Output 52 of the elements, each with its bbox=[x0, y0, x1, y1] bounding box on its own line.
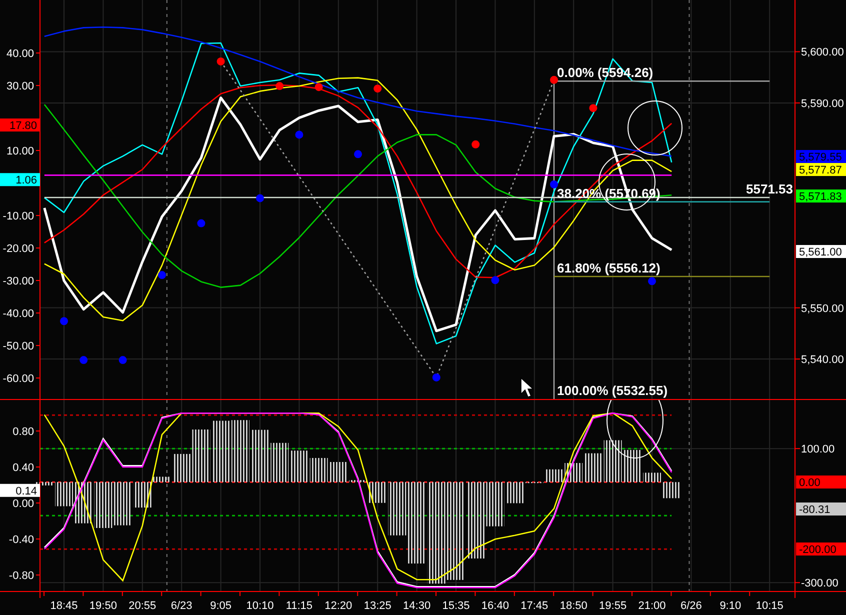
fib-label: 100.00% (5532.55) bbox=[557, 383, 668, 398]
axis-tag: -200.00 bbox=[796, 542, 846, 556]
axis-tag: -80.31 bbox=[796, 502, 846, 516]
time-label: 14:30 bbox=[403, 600, 431, 612]
axis-label: -10.00 bbox=[2, 210, 34, 222]
axis-label: 100.00 bbox=[801, 444, 835, 456]
axis-label: -20.00 bbox=[2, 243, 34, 255]
axis-label: -0.40 bbox=[8, 534, 34, 546]
time-label: 19:55 bbox=[599, 600, 627, 612]
axis-label: -60.00 bbox=[2, 373, 34, 385]
axis-tag: 1.06 bbox=[0, 173, 40, 187]
axis-label: -50.00 bbox=[2, 340, 34, 352]
axis-tag: 0.14 bbox=[0, 484, 40, 498]
axis-tag: 5,579.55 bbox=[796, 150, 846, 164]
time-label: 16:40 bbox=[481, 600, 509, 612]
axis-label: 0.00 bbox=[12, 498, 34, 510]
time-label: 17:45 bbox=[520, 600, 548, 612]
axis-label: 5,540.00 bbox=[801, 354, 844, 366]
time-label: 18:50 bbox=[560, 600, 588, 612]
price-line-label: 5571.53 bbox=[746, 182, 793, 197]
time-label: 11:15 bbox=[286, 600, 313, 612]
axis-label: 0.80 bbox=[12, 426, 34, 438]
time-label: 10:10 bbox=[246, 600, 274, 612]
axis-label: -0.80 bbox=[8, 570, 34, 582]
time-label: 20:55 bbox=[128, 600, 156, 612]
time-label: 6/23 bbox=[170, 600, 192, 612]
time-label: 10:15 bbox=[756, 600, 784, 612]
time-label: 6/26 bbox=[680, 600, 702, 612]
axis-tag: 5,577.87 bbox=[796, 163, 846, 176]
axis-tag: 5,561.00 bbox=[796, 245, 846, 258]
time-label: 21:00 bbox=[638, 600, 666, 612]
time-label: 9:10 bbox=[720, 600, 742, 612]
axis-label: -30.00 bbox=[2, 276, 34, 288]
axis-label: -300.00 bbox=[801, 578, 838, 590]
time-label: 13:25 bbox=[364, 600, 392, 612]
axis-label: 40.00 bbox=[6, 48, 34, 60]
axis-tag: 5,571.83 bbox=[796, 190, 846, 203]
time-label: 18:45 bbox=[50, 600, 78, 612]
time-label: 19:50 bbox=[89, 600, 117, 612]
time-label: 15:35 bbox=[442, 600, 470, 612]
axis-label: 0.40 bbox=[12, 462, 34, 474]
axis-label: -40.00 bbox=[2, 308, 34, 320]
fib-label: 61.80% (5556.12) bbox=[557, 260, 660, 276]
axis-tag: 0.00 bbox=[796, 476, 846, 489]
axis-label: 5,550.00 bbox=[801, 302, 844, 315]
time-label: 12:20 bbox=[324, 600, 352, 612]
axis-label: 10.00 bbox=[6, 146, 34, 158]
axis-tag: 17.80 bbox=[0, 118, 40, 132]
axis-label: 5,590.00 bbox=[801, 98, 844, 110]
axis-label: 30.00 bbox=[6, 80, 34, 92]
time-label: 9:05 bbox=[210, 600, 232, 612]
axis-label: 5,600.00 bbox=[801, 46, 844, 59]
